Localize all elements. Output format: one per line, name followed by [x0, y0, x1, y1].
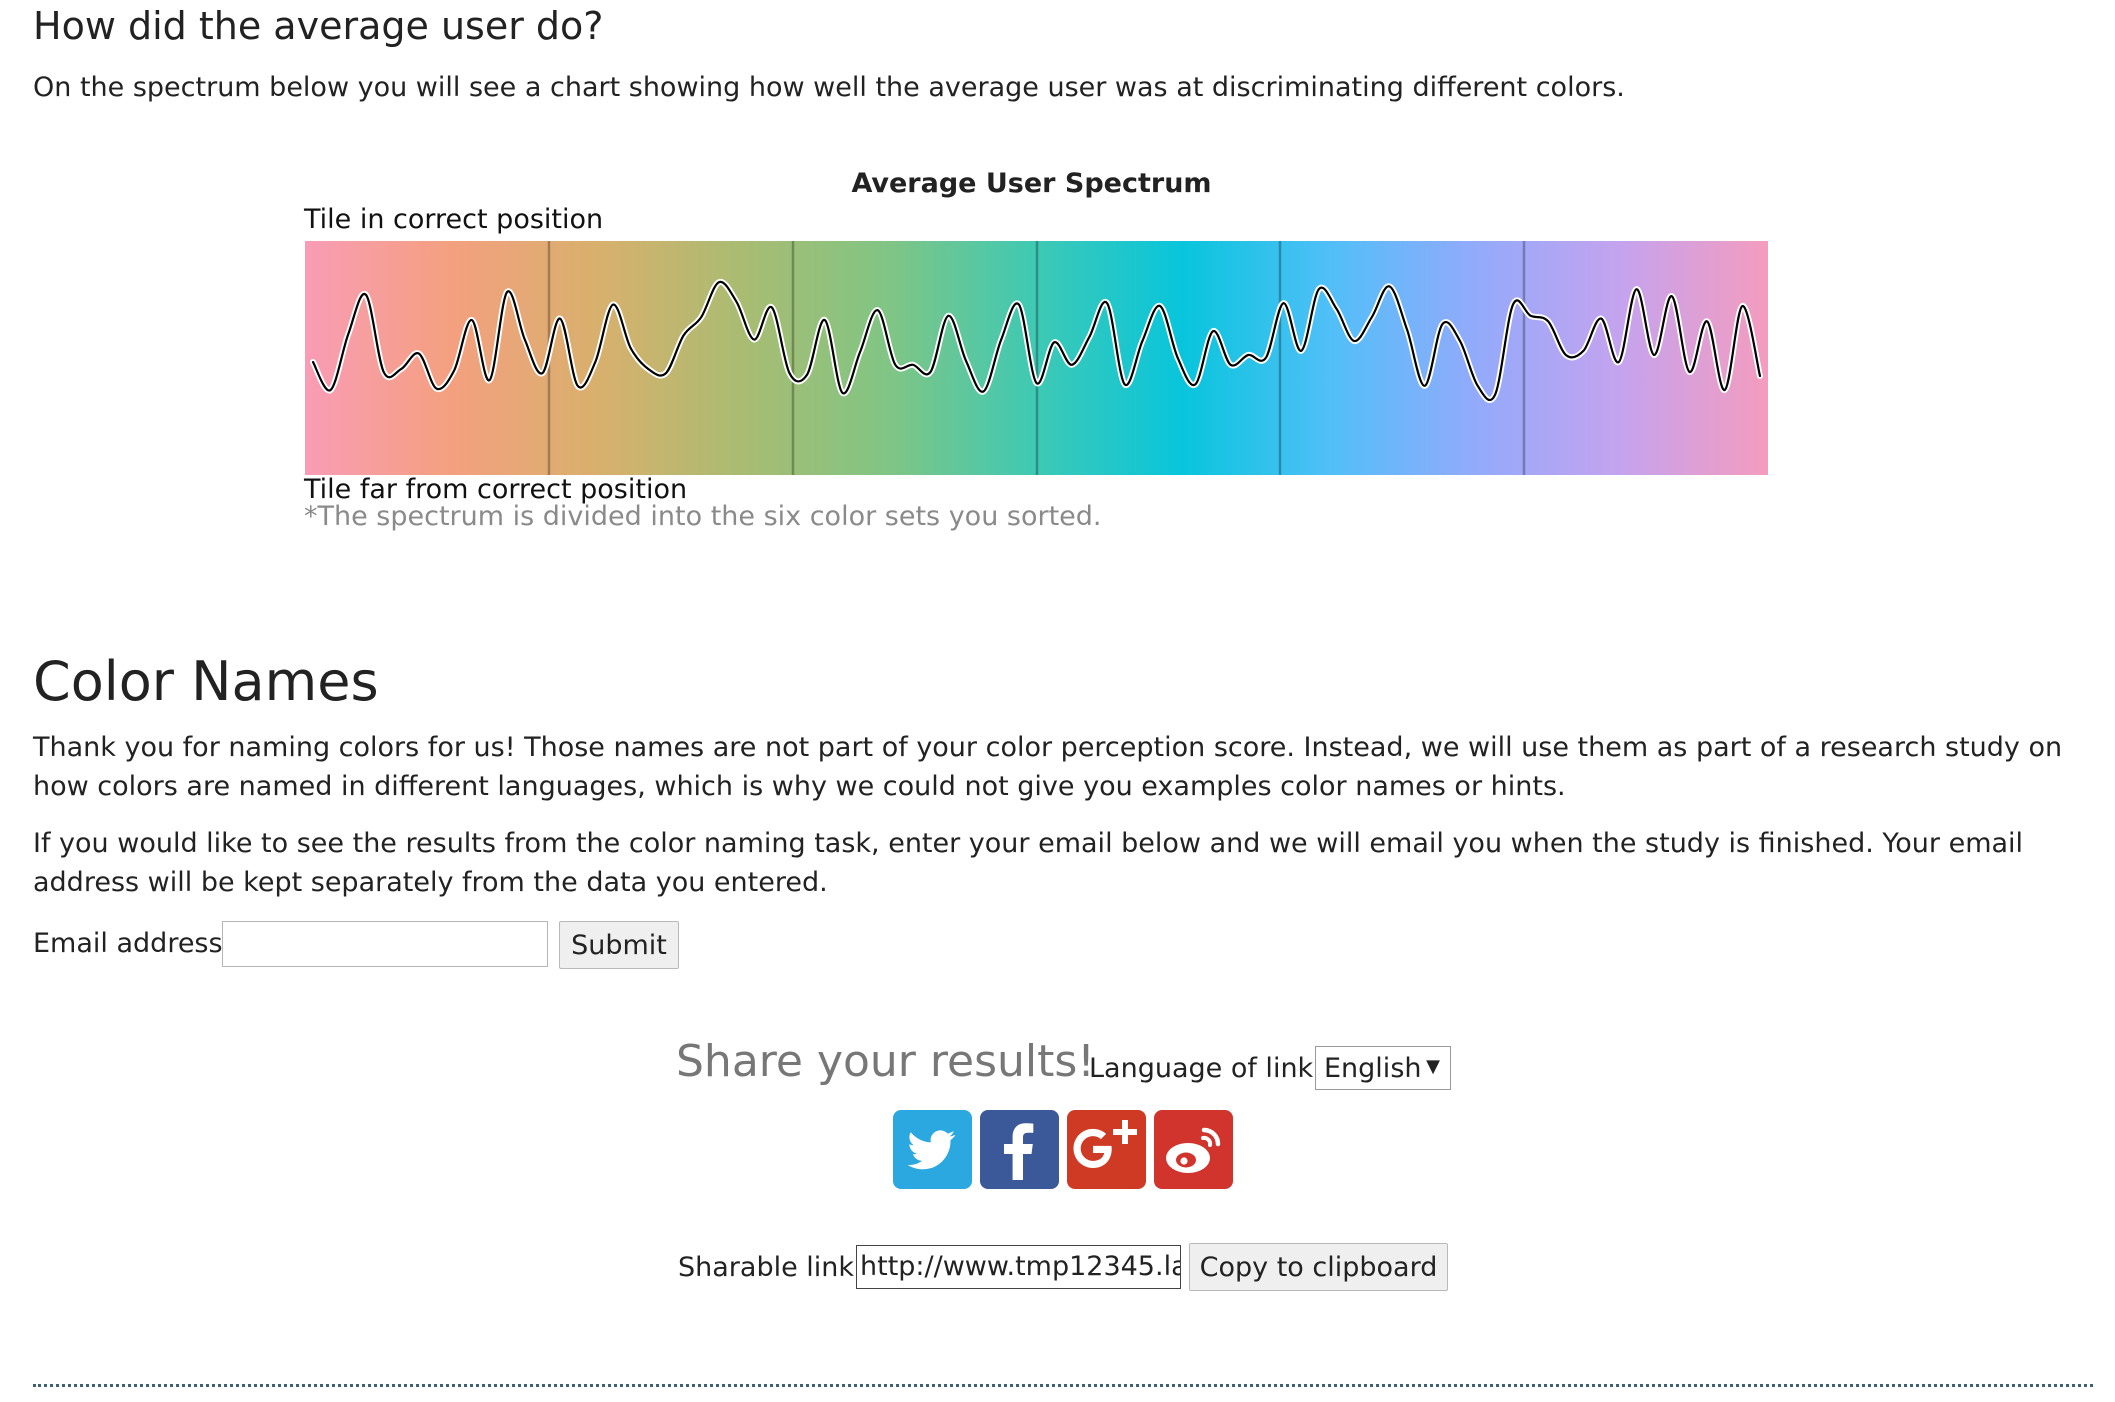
weibo-icon [1166, 1127, 1221, 1173]
spectrum-chart [305, 241, 1768, 475]
language-select[interactable]: English ▼ [1315, 1046, 1451, 1090]
email-input[interactable] [222, 921, 548, 967]
chart-footnote: *The spectrum is divided into the six co… [304, 501, 1102, 532]
average-user-heading: How did the average user do? [33, 4, 604, 48]
chart-title: Average User Spectrum [851, 168, 1212, 199]
twitter-icon [907, 1130, 956, 1170]
color-names-heading: Color Names [33, 650, 379, 713]
average-user-description: On the spectrum below you will see a cha… [33, 72, 1625, 103]
twitter-share-button[interactable] [893, 1110, 972, 1189]
color-names-email-info: If you would like to see the results fro… [33, 828, 2024, 898]
weibo-share-button[interactable] [1154, 1110, 1233, 1189]
email-label: Email address: [33, 928, 232, 959]
chart-top-label: Tile in correct position [304, 204, 604, 235]
sharable-link-label: Sharable link: [678, 1252, 864, 1283]
submit-button[interactable]: Submit [559, 921, 679, 969]
language-label: Language of link: [1089, 1053, 1323, 1084]
facebook-share-button[interactable] [980, 1110, 1059, 1189]
dropdown-arrow-icon: ▼ [1426, 1056, 1440, 1077]
google-plus-icon [1073, 1120, 1137, 1168]
google-plus-share-button[interactable] [1067, 1110, 1146, 1189]
share-title: Share your results! [676, 1036, 1095, 1087]
sharable-link-input[interactable]: http://www.tmp12345.lab [856, 1245, 1181, 1289]
section-divider [33, 1384, 2093, 1387]
color-names-intro: Thank you for naming colors for us! Thos… [33, 732, 2063, 802]
facebook-icon [1004, 1123, 1034, 1180]
copy-to-clipboard-button[interactable]: Copy to clipboard [1189, 1243, 1448, 1291]
language-selected-value: English [1324, 1052, 1422, 1084]
